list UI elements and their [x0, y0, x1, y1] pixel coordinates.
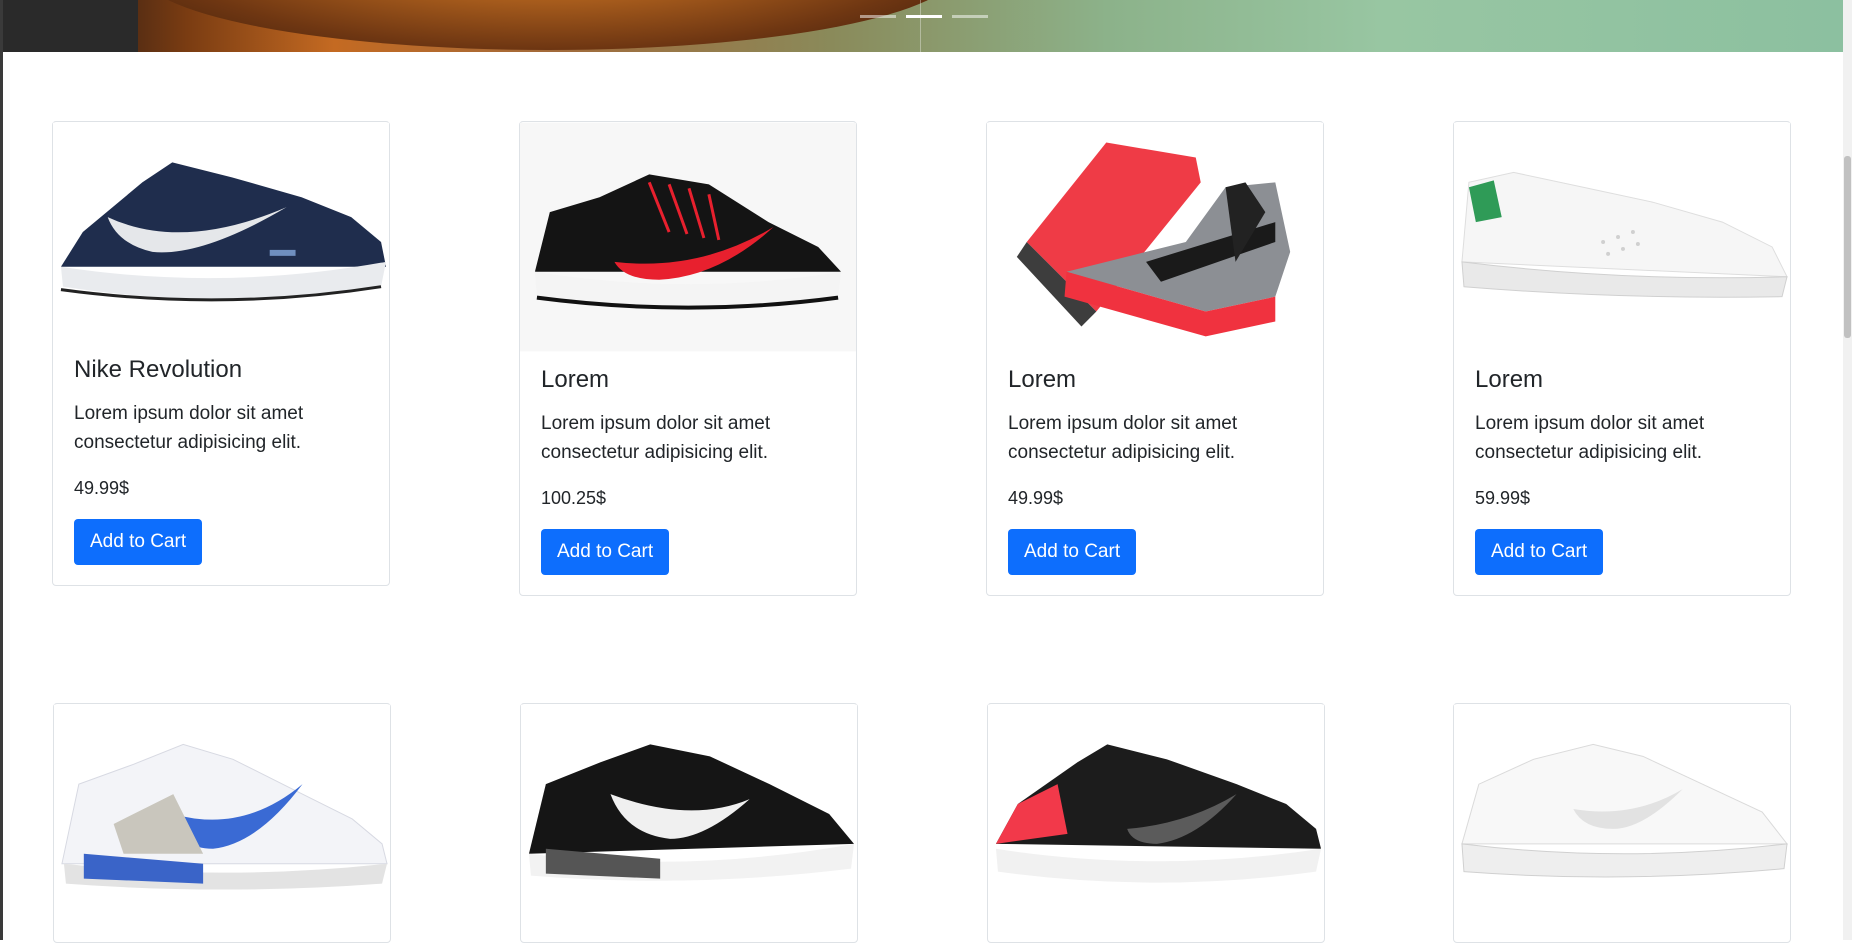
product-title: Lorem [1008, 366, 1077, 393]
product-title: Nike Revolution [74, 356, 243, 383]
carousel-indicator-1[interactable] [860, 15, 896, 18]
hero-carousel [3, 0, 1843, 52]
product-price: 100.25$ [541, 487, 607, 508]
product-title: Lorem [541, 366, 610, 393]
window-edge [0, 0, 3, 940]
product-description: Lorem ipsum dolor sit amet consectetur a… [1008, 412, 1238, 464]
product-card [520, 703, 858, 943]
product-title: Lorem [1475, 366, 1544, 393]
black-red-running-shoe-image [520, 122, 856, 352]
carousel-indicator-2[interactable] [906, 15, 942, 18]
grey-red-basketball-shoes-image [987, 122, 1323, 352]
product-price: 59.99$ [1475, 487, 1531, 508]
white-blue-air-max-image [54, 704, 390, 924]
product-card: Lorem Lorem ipsum dolor sit amet consect… [1453, 121, 1791, 597]
black-red-revolution-image [988, 704, 1324, 924]
add-to-cart-button[interactable]: Add to Cart [1475, 528, 1604, 576]
product-price: 49.99$ [74, 477, 130, 498]
product-card [987, 703, 1325, 943]
black-air-max-image [521, 704, 857, 924]
navy-running-shoe-image [53, 122, 389, 342]
white-court-sneaker-image [1454, 704, 1790, 924]
vertical-scrollbar[interactable] [1843, 0, 1852, 940]
product-price: 49.99$ [1008, 487, 1064, 508]
product-card: Lorem Lorem ipsum dolor sit amet consect… [986, 121, 1324, 597]
hero-image [138, 0, 958, 50]
carousel-indicators [860, 15, 988, 18]
product-card [1453, 703, 1791, 943]
hero-shadow [3, 0, 138, 52]
add-to-cart-button[interactable]: Add to Cart [1008, 528, 1137, 576]
carousel-indicator-3[interactable] [952, 15, 988, 18]
hero-divider [920, 0, 921, 52]
product-description: Lorem ipsum dolor sit amet consectetur a… [74, 402, 304, 454]
product-description: Lorem ipsum dolor sit amet consectetur a… [1475, 412, 1705, 464]
add-to-cart-button[interactable]: Add to Cart [541, 528, 670, 576]
scrollbar-thumb[interactable] [1844, 156, 1851, 338]
product-card: Nike Revolution Lorem ipsum dolor sit am… [52, 121, 390, 587]
white-green-sneaker-image [1454, 122, 1790, 352]
product-card [53, 703, 391, 943]
product-card: Lorem Lorem ipsum dolor sit amet consect… [519, 121, 857, 597]
add-to-cart-button[interactable]: Add to Cart [74, 518, 203, 566]
product-description: Lorem ipsum dolor sit amet consectetur a… [541, 412, 771, 464]
